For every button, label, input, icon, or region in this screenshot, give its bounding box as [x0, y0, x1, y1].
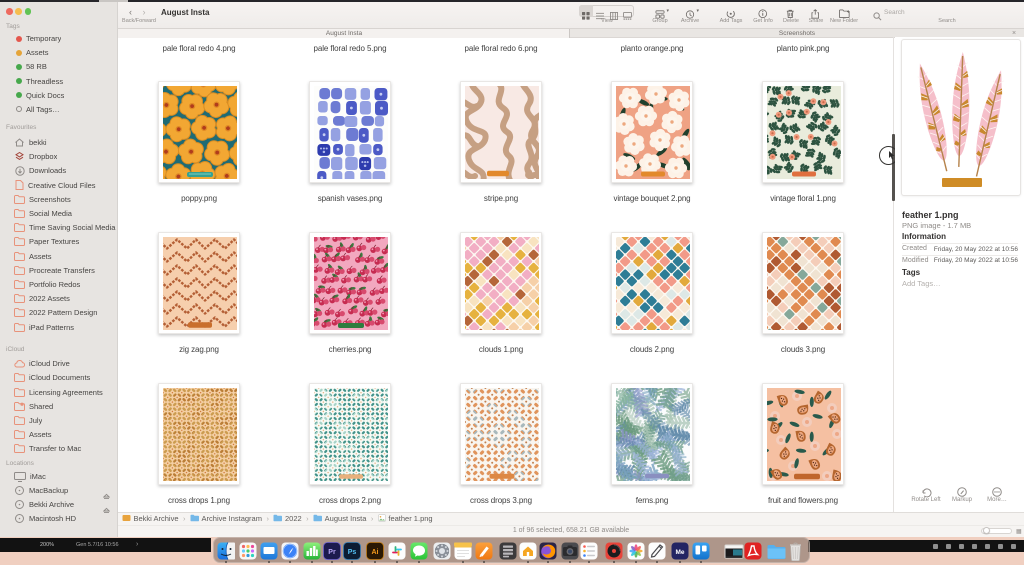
svg-text:Ps: Ps — [348, 549, 357, 556]
svg-text:Ai: Ai — [372, 549, 379, 556]
svg-text:Pr: Pr — [328, 549, 336, 556]
svg-text:Me: Me — [675, 549, 684, 556]
